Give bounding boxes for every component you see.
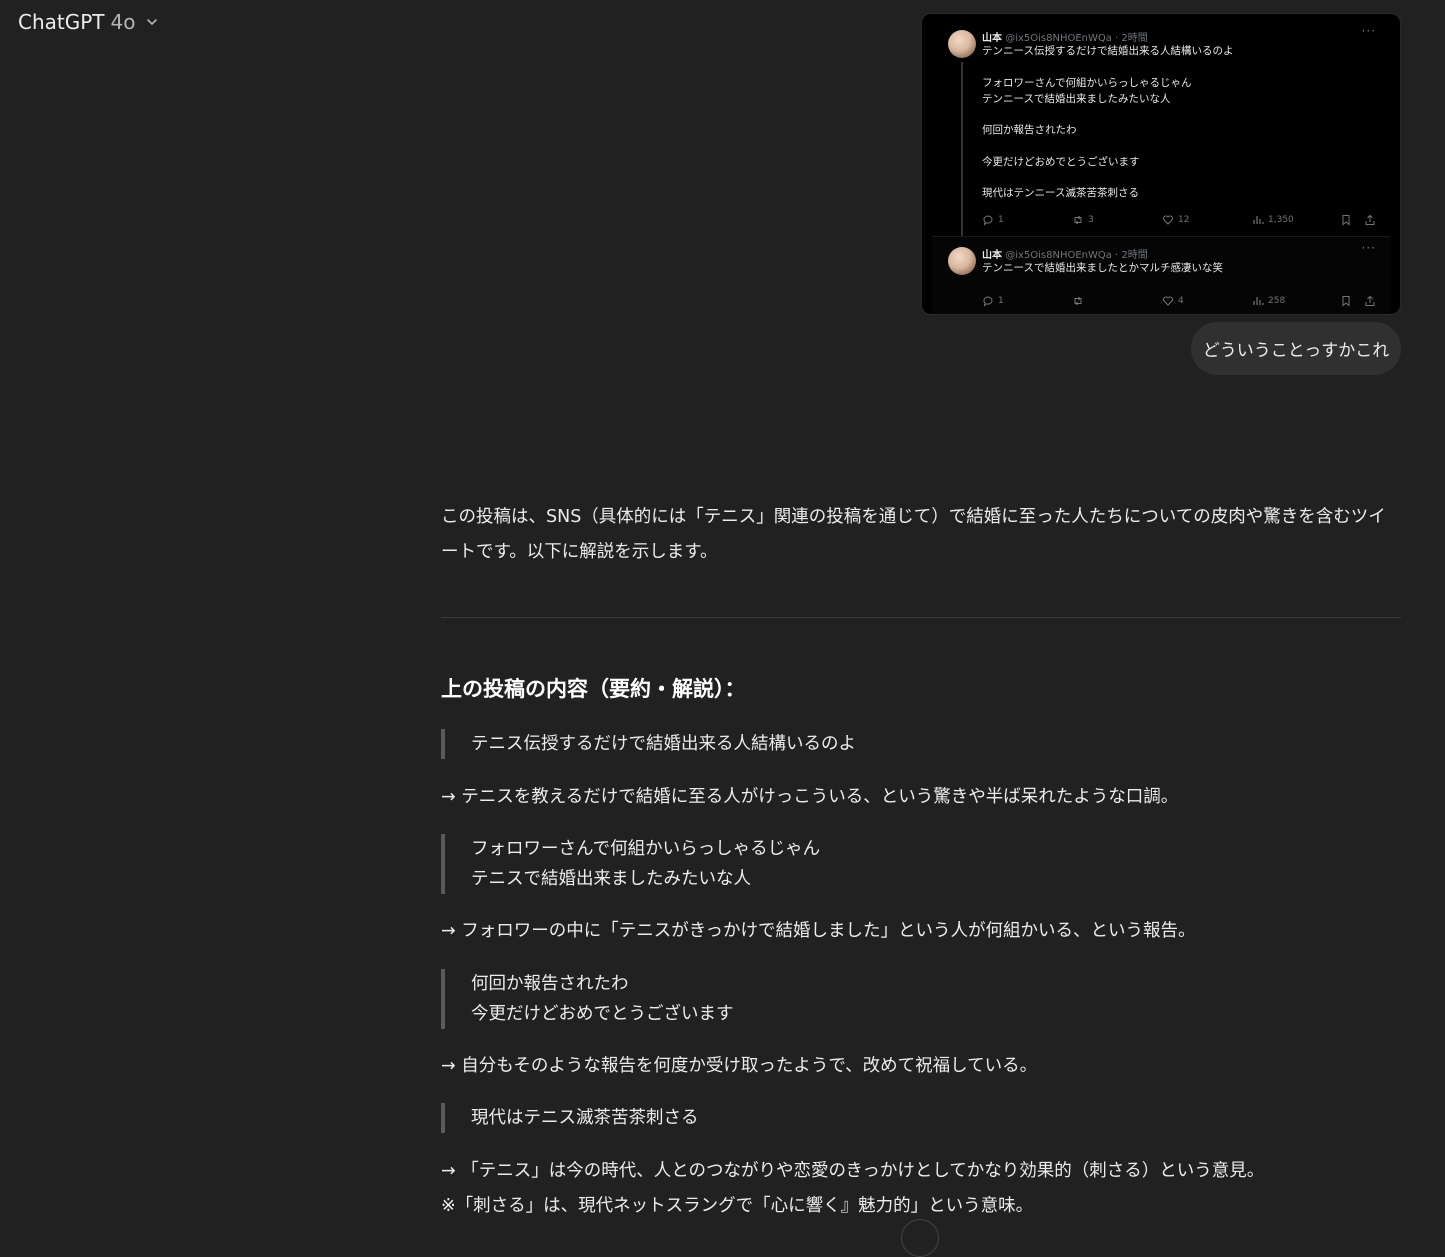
quote-line: テニス伝授するだけで結婚出来る人結構いるのよ bbox=[471, 734, 856, 754]
quote-line: 現代はテニス滅茶苦茶刺さる bbox=[471, 1108, 699, 1128]
more-icon: ··· bbox=[1361, 24, 1376, 38]
avatar bbox=[948, 247, 976, 275]
retweet-action: 3 bbox=[1072, 214, 1162, 226]
explanation: → テニスを教えるだけで結婚に至る人がけっこういる、という驚きや半ば呆れたような… bbox=[441, 787, 1179, 807]
retweet-icon bbox=[1074, 215, 1082, 225]
share-icon bbox=[1365, 295, 1375, 306]
blockquote: 何回か報告されたわ 今更だけどおめでとうございます bbox=[441, 969, 734, 1029]
reply-action: 1 bbox=[982, 214, 1072, 226]
avatar bbox=[948, 30, 976, 58]
quote-line: 今更だけどおめでとうございます bbox=[471, 1004, 734, 1024]
more-icon: ··· bbox=[1361, 241, 1376, 255]
like-count: 4 bbox=[1178, 296, 1184, 306]
blockquote: フォロワーさんで何組かいらっしゃるじゃん テニスで結婚出来ましたみたいな人 bbox=[441, 834, 820, 894]
quote-line: フォロワーさんで何組かいらっしゃるじゃん bbox=[471, 839, 821, 859]
tweet-line: テンニースで結婚出来ましたみたいな人 bbox=[982, 92, 1171, 105]
views-count: 1,350 bbox=[1268, 215, 1294, 225]
heart-icon bbox=[1163, 296, 1173, 306]
tweet-text: テンニース伝授するだけで結婚出来る人結構いるのよ フォロワーさんで何組かいらっし… bbox=[982, 43, 1233, 201]
answer-intro: この投稿は、SNS（具体的には「テニス」関連の投稿を通じて）で結婚に至った人たち… bbox=[441, 507, 1386, 562]
bookmark-icon bbox=[1342, 215, 1350, 226]
tweet-actions: 1 3 12 1,350 bbox=[982, 212, 1376, 228]
bookmark-icon bbox=[1342, 296, 1350, 307]
tweet-line: 現代はテンニース滅茶苦茶刺さる bbox=[982, 187, 1139, 199]
blockquote: テニス伝授するだけで結婚出来る人結構いるのよ bbox=[441, 729, 856, 759]
tweet-actions: 1 4 258 bbox=[982, 293, 1376, 309]
tweet-header: 山本 @ix5Ois8NHOEnWQa · 2時間 bbox=[982, 29, 1148, 44]
retweet-action bbox=[1072, 295, 1162, 307]
reply-icon bbox=[983, 215, 993, 226]
retweet-icon bbox=[1074, 296, 1082, 306]
like-action: 12 bbox=[1162, 214, 1252, 226]
thread-line bbox=[961, 62, 963, 238]
tweet-text: テンニースで結婚出来ましたとかマルチ感凄いな笑 bbox=[982, 260, 1223, 276]
uploaded-image[interactable]: 山本 @ix5Ois8NHOEnWQa · 2時間 ··· テンニース伝授するだ… bbox=[921, 13, 1401, 315]
quote-line: テニスで結婚出来ましたみたいな人 bbox=[471, 869, 751, 889]
share-icon bbox=[1365, 214, 1375, 225]
explanation-note: ※「刺さる」は、現代ネットスラングで「心に響く』魅力的」という意味。 bbox=[441, 1196, 1034, 1216]
user-message: どういうことっすかこれ bbox=[1191, 322, 1401, 375]
model-name: 4o bbox=[110, 10, 136, 34]
chevron-down-icon bbox=[147, 19, 158, 25]
explanation: → 「テニス」は今の時代、人とのつながりや恋愛のきっかけとしてかなり効果的（刺さ… bbox=[441, 1161, 1265, 1181]
reply-icon bbox=[983, 296, 993, 307]
tweet-line: テンニース伝授するだけで結婚出来る人結構いるのよ bbox=[982, 45, 1234, 57]
tweet: 山本 @ix5Ois8NHOEnWQa · 2時間 ··· テンニース伝授するだ… bbox=[932, 22, 1390, 242]
views-icon bbox=[1253, 297, 1264, 305]
tweet-line: 今更だけどおめでとうございます bbox=[982, 155, 1140, 168]
app-title: ChatGPT bbox=[18, 10, 105, 34]
views-action: 258 bbox=[1252, 295, 1340, 307]
like-action: 4 bbox=[1162, 295, 1252, 307]
views-icon bbox=[1253, 216, 1264, 224]
answer-heading: 上の投稿の内容（要約・解説）： bbox=[441, 677, 746, 701]
tweet-line: 何回か報告されたわ bbox=[982, 124, 1077, 136]
retweet-count: 3 bbox=[1088, 215, 1094, 225]
explanation: → 自分もそのような報告を何度か受け取ったようで、改めて祝福している。 bbox=[441, 1056, 1038, 1076]
explanation: → フォロワーの中に「テニスがきっかけで結婚しました」という人が何組かいる、とい… bbox=[441, 921, 1196, 941]
views-count: 258 bbox=[1268, 296, 1286, 306]
reply-action: 1 bbox=[982, 295, 1072, 307]
tweet-header: 山本 @ix5Ois8NHOEnWQa · 2時間 bbox=[982, 246, 1148, 261]
quote-line: 何回か報告されたわ bbox=[471, 974, 629, 994]
tweet: 山本 @ix5Ois8NHOEnWQa · 2時間 ··· テンニースで結婚出来… bbox=[932, 236, 1390, 314]
blockquote: 現代はテニス滅茶苦茶刺さる bbox=[441, 1103, 699, 1133]
views-action: 1,350 bbox=[1252, 214, 1340, 226]
tweet-line: テンニースで結婚出来ましたとかマルチ感凄いな笑 bbox=[982, 262, 1223, 274]
like-count: 12 bbox=[1178, 215, 1190, 225]
model-selector[interactable]: ChatGPT 4o bbox=[18, 8, 159, 36]
divider bbox=[441, 617, 1401, 618]
heart-icon bbox=[1163, 215, 1173, 225]
reply-count: 1 bbox=[998, 296, 1004, 306]
tweet-line: フォロワーさんで何組かいらっしゃるじゃん bbox=[982, 76, 1192, 89]
reply-count: 1 bbox=[998, 215, 1004, 225]
scroll-down-button[interactable] bbox=[901, 1219, 939, 1257]
